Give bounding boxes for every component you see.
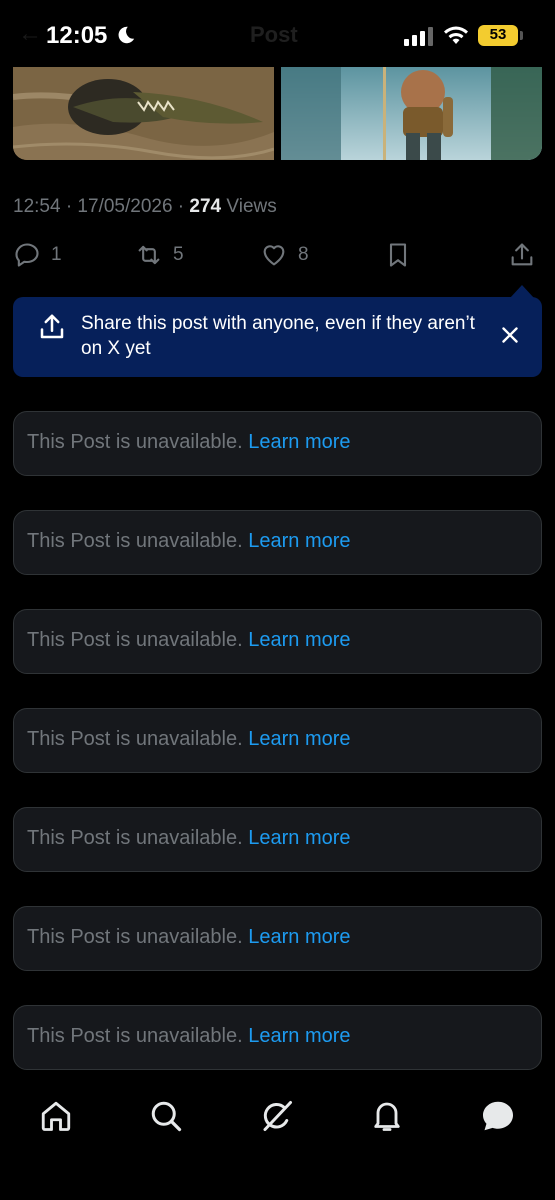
reply-button[interactable]: 1 — [13, 236, 62, 274]
wifi-icon — [444, 26, 468, 44]
messages-icon — [483, 1101, 513, 1131]
heart-icon — [263, 245, 285, 266]
grok-icon — [263, 1101, 292, 1131]
learn-more-link[interactable]: Learn more — [248, 629, 350, 651]
bookmark-icon — [389, 243, 407, 267]
unavailable-message: This Post is unavailable. — [27, 530, 249, 552]
unavailable-post: This Post is unavailable. Learn more — [13, 411, 542, 476]
unavailable-post: This Post is unavailable. Learn more — [13, 708, 542, 773]
bell-icon — [374, 1102, 400, 1131]
nav-search[interactable] — [148, 1098, 184, 1134]
unavailable-message: This Post is unavailable. — [27, 926, 249, 948]
unavailable-message: This Post is unavailable. — [27, 827, 249, 849]
close-icon[interactable] — [497, 322, 523, 348]
nav-home[interactable] — [38, 1098, 74, 1134]
unavailable-message: This Post is unavailable. — [27, 629, 249, 651]
like-button[interactable]: 8 — [260, 236, 309, 274]
repost-count: 5 — [173, 244, 184, 265]
share-icon — [40, 314, 64, 339]
moon-icon — [118, 26, 135, 44]
battery-cap — [520, 31, 523, 40]
unavailable-post: This Post is unavailable. Learn more — [13, 510, 542, 575]
post-timestamp: 12:54 · 17/05/2026 · 274 Views — [13, 196, 277, 218]
share-tip[interactable]: Share this post with anyone, even if the… — [13, 297, 542, 377]
status-bar: ← 12:05 Post 53 — [0, 0, 555, 66]
share-icon — [511, 243, 533, 266]
learn-more-link[interactable]: Learn more — [248, 530, 350, 552]
views-count: 274 — [189, 196, 222, 217]
status-time: 12:05 — [46, 22, 108, 49]
home-icon — [41, 1101, 71, 1131]
unavailable-post: This Post is unavailable. Learn more — [13, 906, 542, 971]
post-date: 12:54 · 17/05/2026 · — [13, 196, 190, 217]
page-title: Post — [250, 22, 298, 47]
share-tip-text: Share this post with anyone, even if the… — [81, 313, 475, 359]
media-image-crocodile[interactable] — [13, 67, 274, 160]
media-image-hero[interactable] — [281, 67, 542, 160]
signal-icon — [404, 27, 433, 46]
unavailable-message: This Post is unavailable. — [27, 1025, 249, 1047]
nav-grok[interactable] — [259, 1098, 295, 1134]
back-arrow-icon[interactable]: ← — [18, 20, 42, 48]
like-count: 8 — [298, 244, 309, 265]
nav-messages[interactable] — [480, 1098, 516, 1134]
learn-more-link[interactable]: Learn more — [248, 728, 350, 750]
share-button[interactable] — [508, 236, 536, 274]
unavailable-message: This Post is unavailable. — [27, 728, 249, 750]
bookmark-button[interactable] — [384, 236, 412, 274]
search-icon — [151, 1101, 182, 1132]
unavailable-post: This Post is unavailable. Learn more — [13, 609, 542, 674]
post-media — [13, 67, 542, 160]
battery-indicator: 53 — [478, 25, 518, 46]
unavailable-post: This Post is unavailable. Learn more — [13, 1005, 542, 1070]
unavailable-post: This Post is unavailable. Learn more — [13, 807, 542, 872]
battery-level: 53 — [489, 26, 507, 43]
repost-button[interactable]: 5 — [135, 236, 184, 274]
learn-more-link[interactable]: Learn more — [248, 926, 350, 948]
repost-icon — [138, 245, 160, 265]
reply-count: 1 — [51, 244, 62, 265]
nav-notifications[interactable] — [369, 1098, 405, 1134]
views-label: Views — [221, 196, 277, 217]
unavailable-message: This Post is unavailable. — [27, 431, 249, 453]
learn-more-link[interactable]: Learn more — [248, 1025, 350, 1047]
post-actions: 1 5 8 — [0, 236, 555, 274]
bottom-nav — [0, 1080, 555, 1200]
reply-icon — [15, 243, 39, 267]
learn-more-link[interactable]: Learn more — [248, 827, 350, 849]
learn-more-link[interactable]: Learn more — [248, 431, 350, 453]
